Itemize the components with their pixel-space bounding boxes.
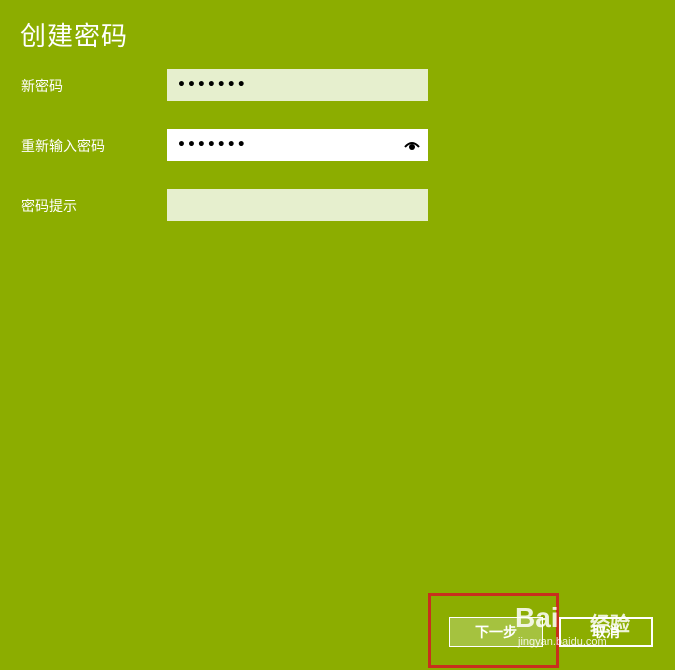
page-title: 创建密码 (20, 22, 129, 52)
new-password-field[interactable]: ••••••• (167, 69, 428, 101)
password-hint-field[interactable] (167, 189, 428, 221)
reveal-password-icon[interactable] (404, 138, 420, 152)
watermark-url: jingyan.baidu.com (518, 636, 607, 648)
watermark-text: 经验 (590, 612, 630, 636)
new-password-value: ••••••• (177, 77, 247, 93)
new-password-label: 新密码 (21, 79, 63, 95)
password-hint-label: 密码提示 (21, 199, 77, 215)
watermark: Bai 经验 jingyan.baidu.com (515, 598, 665, 658)
confirm-password-value: ••••••• (177, 137, 247, 153)
confirm-password-field[interactable]: ••••••• (167, 129, 428, 161)
watermark-logo: Bai (515, 602, 559, 633)
confirm-password-label: 重新输入密码 (21, 139, 105, 155)
